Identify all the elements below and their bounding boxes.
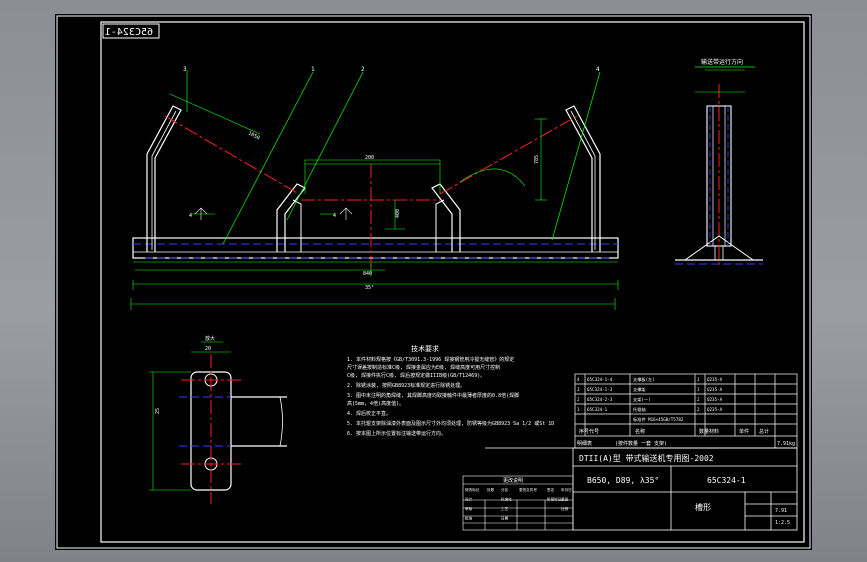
revision-rows: 修改标记 处数 分区 更改文件号 签名 年月日设计 标准化 阶段标记 重量审核 工艺 比例批准 日期 <box>465 487 572 521</box>
parts-cell: 1 <box>697 377 700 382</box>
revision-cell: 年月日 <box>561 487 572 492</box>
revision-cell: 分区 <box>501 487 509 492</box>
overall-dimension <box>130 298 616 310</box>
leader-num-1: 1 <box>311 66 315 73</box>
technical-notes: 技术要求 1. 本件材料规格按《GB/T3091.3-1996 焊接钢管用冷拔无… <box>347 344 554 437</box>
leader-num-3a: 3 <box>183 66 187 73</box>
parts-cell: 2 <box>697 407 700 412</box>
parts-header-cell: 总计 <box>759 428 769 435</box>
title-main: DTII(A)型 带式输送机专用图-2002 <box>579 453 714 463</box>
drawing-sheet: 65C324-1 1050 200 400 785 840 35° 4 4 3 … <box>55 14 812 550</box>
front-view: 1050 200 400 785 840 35° 4 4 3 1 2 4 <box>132 66 619 291</box>
dim-840: 840 <box>363 271 372 277</box>
note-line-8: 5. 本托辊支架除油漆外表面及图示尺寸外均须处理, 防锈等级为GB8923 Sa… <box>347 420 554 427</box>
revision-cell: 审核 <box>465 506 473 511</box>
parts-cell: 1 <box>577 407 580 412</box>
parts-cell: Q235-A <box>707 387 723 392</box>
mass-row: 明细表 (按件数量 一套 支架) 7.91kg <box>577 440 795 447</box>
outer-border <box>56 15 811 549</box>
mass-cell: (按件数量 一套 支架) <box>615 440 667 447</box>
parts-cell: Q235-A <box>707 377 723 382</box>
notes-title: 技术要求 <box>411 344 439 353</box>
weld-note-left: 4 <box>189 213 192 219</box>
dim-200: 200 <box>365 155 374 161</box>
dim-35: 35° <box>365 285 374 291</box>
title-scale: 1:2.5 <box>775 520 790 526</box>
parts-header-cell: 材料 <box>709 428 719 435</box>
title-name: 槽形 <box>695 502 711 512</box>
dim-785: 785 <box>534 155 540 164</box>
dimension-lines <box>132 93 619 290</box>
parts-cell: 2 <box>697 397 700 402</box>
revision-table <box>462 475 574 531</box>
parts-header-cell: 数量 <box>699 428 709 435</box>
revision-cell: 修改标记 <box>465 487 480 492</box>
detail-label: 放大 <box>205 335 215 342</box>
title-spec: B650, D89, λ35° <box>587 476 659 485</box>
parts-cell: 1 <box>697 387 700 392</box>
parts-cell: Q235-A <box>707 397 723 402</box>
parts-header: 序号 代号 名称 数量 材料 单件 总计 <box>579 428 769 435</box>
parts-cell: 65C324-2-3 <box>587 397 613 402</box>
parts-cell: 65C324-1-4 <box>587 377 613 382</box>
parts-cell: 标准件 M16×45GB/T5782 <box>633 416 684 423</box>
parts-cell: 托辊轴 <box>633 406 646 413</box>
revision-cell: 日期 <box>501 516 509 521</box>
mirrored-stamp: 65C324-1 <box>102 23 160 39</box>
left-roller-axis <box>164 115 300 195</box>
right-roller-axis <box>439 115 578 195</box>
note-line-1: 1. 本件材料规格按《GB/T3091.3-1996 焊接钢管用冷拔无缝管》的规… <box>347 356 514 363</box>
note-line-5: 3. 图中未注明的角焊缝, 其焊脚高度均取接触件中最薄者厚度的0.8倍(焊脚 <box>347 392 519 399</box>
cad-viewport: 65C324-1 1050 200 400 785 840 35° 4 4 3 … <box>0 0 867 562</box>
leader-num-4: 4 <box>596 66 600 73</box>
weld-note-right: 4 <box>333 213 336 219</box>
revision-cell: 设计 <box>465 497 473 502</box>
parts-header-cell: 单件 <box>739 428 749 435</box>
note-line-2: 尺寸误差按制造标准C级, 焊接金属应为E级, 焊缝高度可用尺寸控制 <box>347 364 500 371</box>
parts-cell: Q235-A <box>707 407 723 412</box>
note-line-6: 高)5mm, 4倍(高度值)。 <box>347 400 404 407</box>
cad-drawing: 65C324-1 1050 200 400 785 840 35° 4 4 3 … <box>56 15 811 549</box>
dim-400: 400 <box>395 209 401 218</box>
mass-cell: 7.91kg <box>777 441 795 447</box>
parts-cell: 支撑板(左) <box>633 376 655 383</box>
revision-cell: 重量 <box>561 497 569 502</box>
parts-header-cell: 名称 <box>635 428 645 435</box>
parts-rows: 4 65C324-1-4 支撑板(左) 1 Q235-A 3 65C324-1-3 支撑架 1 Q… <box>577 376 723 423</box>
note-line-9: 6. 按本图上所示位置标注输送带运行方向。 <box>347 430 446 437</box>
stamp-text: 65C324-1 <box>105 27 153 38</box>
revision-cell: 标准化 <box>501 497 512 502</box>
note-line-4: 2. 除锈涂装, 按照GB8923标准规定进行除锈处理。 <box>347 382 465 389</box>
dim-25: 25 <box>155 408 161 414</box>
revision-cell: 处数 <box>487 487 495 492</box>
revision-cell: 工艺 <box>501 506 509 511</box>
revision-cell: 阶段标记 <box>547 497 562 502</box>
revision-title: 更改说明 <box>503 477 523 484</box>
parts-cell: 支架(一) <box>633 396 651 403</box>
revision-cell: 批准 <box>465 516 473 521</box>
parts-cell: 3 <box>577 387 580 392</box>
parts-cell: 2 <box>577 397 580 402</box>
title-mass: 7.91 <box>775 508 787 514</box>
revision-cell: 更改文件号 <box>519 487 537 492</box>
dim-1050: 1050 <box>247 130 260 141</box>
parts-cell: 4 <box>577 377 580 382</box>
note-line-7: 4. 焊后校正平直。 <box>347 410 391 417</box>
dim-20: 20 <box>205 346 211 352</box>
leader-num-2: 2 <box>361 66 365 73</box>
detail-view: 放大 25 20 <box>149 335 287 504</box>
parts-cell: 65C324-1-3 <box>587 387 613 392</box>
mass-cell: 明细表 <box>577 440 592 447</box>
revision-cell: 签名 <box>547 487 555 492</box>
title-code: 65C324-1 <box>707 476 746 485</box>
parts-cell: 支撑架 <box>633 386 646 393</box>
side-view-title: 输送带运行方向 <box>701 58 743 66</box>
revision-cell: 比例 <box>561 506 569 511</box>
note-line-3: C级, 焊接件执行C级, 焊后按规定做IIIB级(GB/T12469)。 <box>347 372 485 379</box>
parts-cell: 65C324-1 <box>587 407 608 412</box>
parts-header-cell: 代号 <box>589 428 599 435</box>
base-channel <box>132 237 619 259</box>
side-view: 输送带运行方向 <box>675 58 763 266</box>
parts-header-cell: 序号 <box>579 428 589 435</box>
